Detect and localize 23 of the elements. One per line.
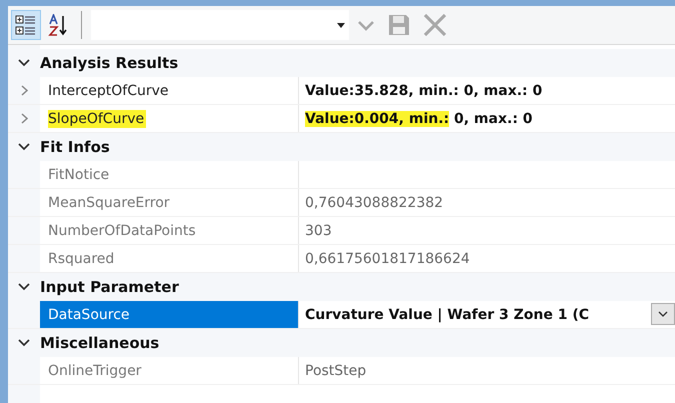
property-value: PostStep [305, 362, 366, 378]
combo-field[interactable] [91, 10, 349, 40]
property-name[interactable]: InterceptOfCurve [40, 77, 299, 104]
property-value[interactable]: Curvature Value | Wafer 3 Zone 1 (C [305, 306, 590, 322]
dropdown-arrow-icon [337, 23, 345, 28]
categorized-view-button[interactable] [11, 10, 41, 40]
property-name[interactable]: MeanSquareError [40, 189, 299, 216]
property-name[interactable]: Rsquared [40, 245, 299, 272]
check-icon [357, 18, 375, 32]
property-name[interactable]: FitNotice [40, 161, 299, 188]
property-value: Value:0.004, min.: 0, max.: 0 [305, 110, 533, 126]
property-value: 303 [305, 222, 332, 238]
property-name[interactable]: DataSource [40, 301, 299, 328]
property-name[interactable]: SlopeOfCurve [40, 105, 299, 132]
chevron-down-icon [658, 311, 668, 317]
property-name[interactable]: OnlineTrigger [40, 357, 299, 384]
property-name[interactable]: NumberOfDataPoints [40, 217, 299, 244]
categorized-view-icon [15, 14, 37, 36]
dropdown-button[interactable] [651, 303, 675, 325]
property-value: 0,76043088822382 [305, 194, 444, 210]
cross-icon [423, 13, 447, 37]
property-value: 0,66175601817186624 [305, 250, 470, 266]
property-value: Value:35.828, min.: 0, max.: 0 [305, 82, 542, 98]
